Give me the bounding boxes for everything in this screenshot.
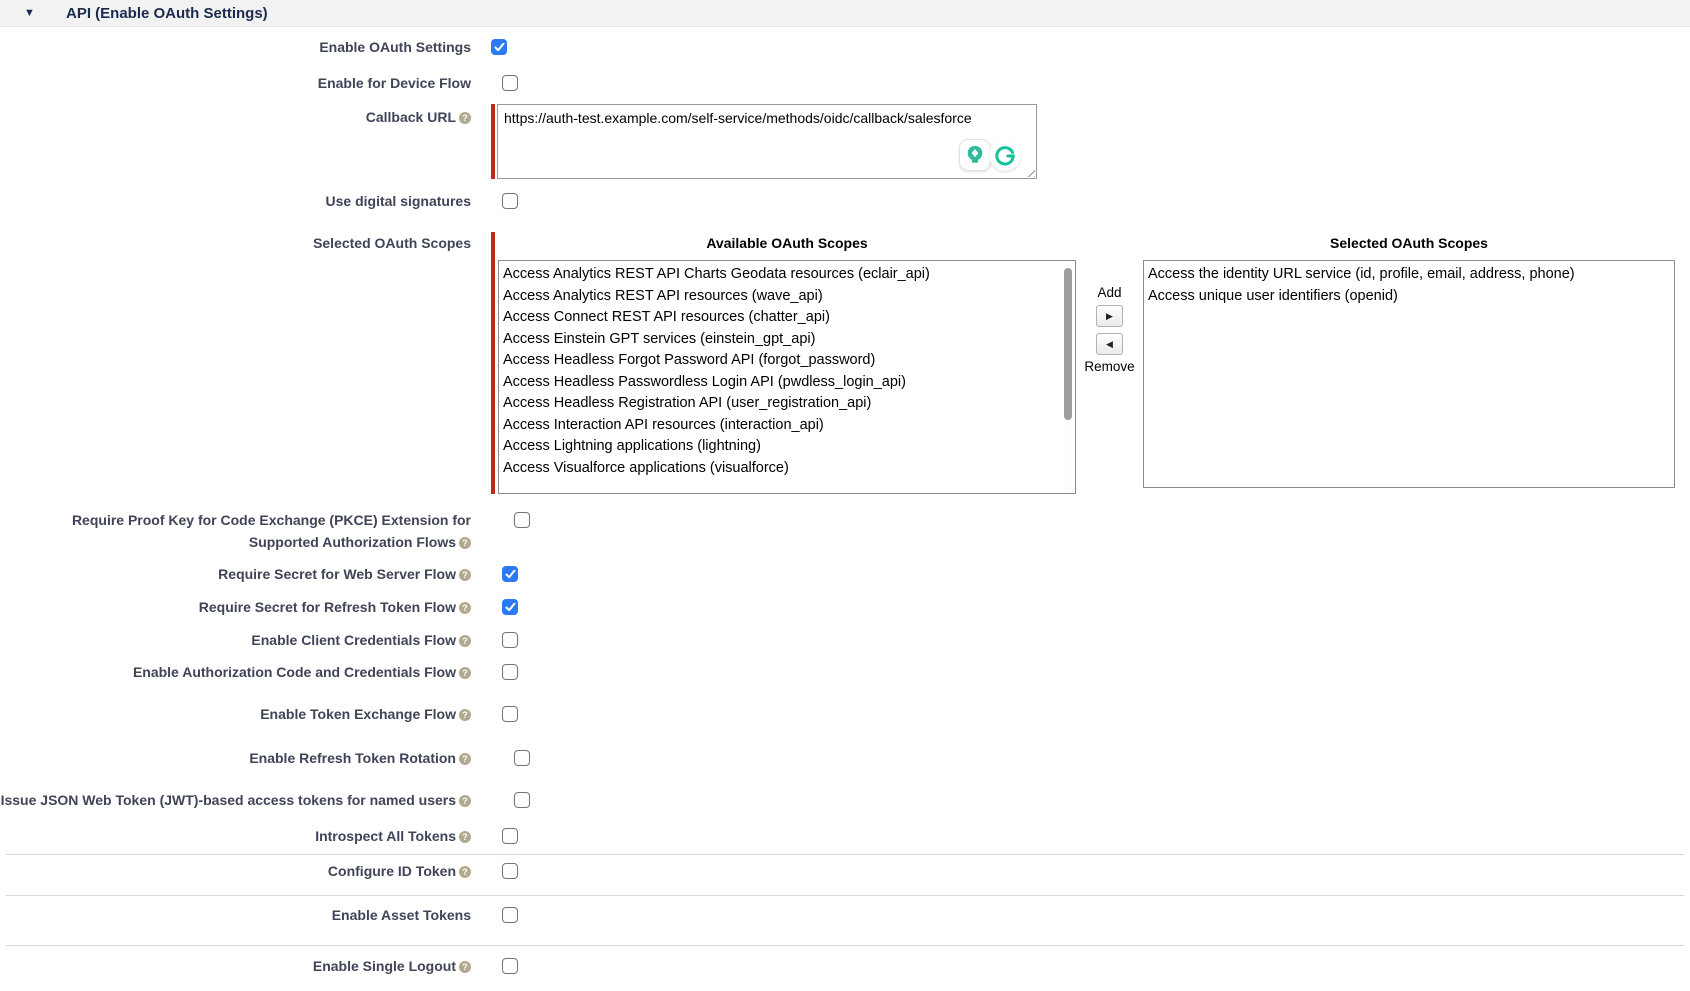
enable-oauth-settings-label: Enable OAuth Settings [0,36,471,58]
scope-option[interactable]: Access the identity URL service (id, pro… [1144,264,1674,286]
enable-asset-tokens-checkbox[interactable] [502,907,518,923]
enable-single-logout-label: Enable Single Logout [0,955,471,977]
section-divider [6,854,1684,855]
row-jwt-access-tokens: Issue JSON Web Token (JWT)-based access … [0,789,1690,811]
introspect-all-tokens-checkbox[interactable] [502,828,518,844]
row-introspect-all-tokens: Introspect All Tokens [0,825,1690,847]
refresh-token-rotation-label: Enable Refresh Token Rotation [0,747,471,769]
enable-device-flow-label: Enable for Device Flow [0,72,471,94]
available-scopes-listbox[interactable]: Access Analytics REST API Charts Geodata… [498,260,1076,494]
selected-scopes-listbox[interactable]: Access the identity URL service (id, pro… [1143,260,1675,488]
available-scopes-header: Available OAuth Scopes [498,232,1076,254]
section-divider [6,895,1684,896]
row-client-credentials-flow: Enable Client Credentials Flow [0,629,1690,651]
scope-option[interactable]: Access Headless Registration API (user_r… [499,393,1062,415]
remove-label: Remove [1084,358,1134,376]
require-secret-refresh-token-checkbox[interactable] [502,599,518,615]
callback-url-label: Callback URL [0,104,471,128]
scope-option[interactable]: Access unique user identifiers (openid) [1144,286,1674,308]
pkce-checkbox[interactable] [514,512,530,528]
callback-url-textarea[interactable]: https://auth-test.example.com/self-servi… [497,104,1037,179]
scope-option[interactable]: Access Connect REST API resources (chatt… [499,307,1062,329]
help-icon[interactable] [459,569,471,581]
help-icon[interactable] [459,602,471,614]
row-callback-url: Callback URL https://auth-test.example.c… [0,104,1690,179]
scrollbar-thumb[interactable] [1064,268,1072,420]
grammarly-extension-icon[interactable] [989,139,1021,171]
row-enable-device-flow: Enable for Device Flow [0,72,1690,94]
scope-option[interactable]: Access Analytics REST API Charts Geodata… [499,264,1062,286]
scope-option[interactable]: Access Headless Passwordless Login API (… [499,372,1062,394]
enable-asset-tokens-label: Enable Asset Tokens [0,904,471,926]
help-icon[interactable] [459,709,471,721]
refresh-token-rotation-checkbox[interactable] [514,750,530,766]
token-exchange-flow-label: Enable Token Exchange Flow [0,703,471,725]
required-field-bar [491,232,495,494]
row-auth-code-credentials-flow: Enable Authorization Code and Credential… [0,661,1690,683]
required-field-bar [491,104,495,179]
scope-option[interactable]: Access Headless Forgot Password API (for… [499,350,1062,372]
help-icon[interactable] [459,866,471,878]
scope-option[interactable]: Access Interaction API resources (intera… [499,415,1062,437]
help-icon[interactable] [459,795,471,807]
scope-option[interactable]: Access Lightning applications (lightning… [499,436,1062,458]
help-icon[interactable] [459,753,471,765]
pkce-label: Require Proof Key for Code Exchange (PKC… [0,509,471,553]
selected-scopes-header: Selected OAuth Scopes [1143,232,1675,254]
require-secret-web-server-checkbox[interactable] [502,566,518,582]
help-icon[interactable] [459,112,471,124]
row-enable-single-logout: Enable Single Logout [0,955,1690,991]
row-enable-asset-tokens: Enable Asset Tokens [0,904,1690,926]
introspect-all-tokens-label: Introspect All Tokens [0,825,471,847]
help-icon[interactable] [459,635,471,647]
auth-code-credentials-flow-checkbox[interactable] [502,664,518,680]
password-manager-extension-icon[interactable] [959,139,991,171]
listbox-scrollbar[interactable] [1063,262,1074,492]
row-use-digital-signatures: Use digital signatures [0,190,1690,212]
client-credentials-flow-checkbox[interactable] [502,632,518,648]
help-icon[interactable] [459,961,471,973]
scope-option[interactable]: Access Einstein GPT services (einstein_g… [499,329,1062,351]
row-enable-oauth-settings: Enable OAuth Settings [0,36,1690,58]
enable-device-flow-checkbox[interactable] [502,75,518,91]
use-digital-signatures-checkbox[interactable] [502,193,518,209]
enable-single-logout-checkbox[interactable] [502,958,518,974]
section-header: ▼ API (Enable OAuth Settings) [0,0,1690,27]
scope-option[interactable]: Access Visualforce applications (visualf… [499,458,1062,480]
collapse-arrow-icon[interactable]: ▼ [24,0,40,27]
add-scope-button[interactable]: ▶ [1096,305,1123,327]
require-secret-refresh-token-label: Require Secret for Refresh Token Flow [0,596,471,618]
section-divider [6,945,1684,946]
configure-id-token-checkbox[interactable] [502,863,518,879]
row-configure-id-token: Configure ID Token [0,860,1690,882]
scope-option[interactable]: Access Analytics REST API resources (wav… [499,286,1062,308]
row-refresh-token-rotation: Enable Refresh Token Rotation [0,747,1690,769]
help-icon[interactable] [459,667,471,679]
add-label: Add [1097,284,1121,302]
section-title: API (Enable OAuth Settings) [66,0,268,27]
token-exchange-flow-checkbox[interactable] [502,706,518,722]
remove-scope-button[interactable]: ◀ [1096,333,1123,355]
auth-code-credentials-flow-label: Enable Authorization Code and Credential… [0,661,471,683]
row-require-secret-web-server: Require Secret for Web Server Flow [0,563,1690,585]
configure-id-token-label: Configure ID Token [0,860,471,882]
row-require-secret-refresh-token: Require Secret for Refresh Token Flow [0,596,1690,618]
row-oauth-scopes: Selected OAuth Scopes Available OAuth Sc… [0,232,1690,494]
client-credentials-flow-label: Enable Client Credentials Flow [0,629,471,651]
jwt-access-tokens-label: Issue JSON Web Token (JWT)-based access … [0,789,471,811]
use-digital-signatures-label: Use digital signatures [0,190,471,212]
browser-extension-icons [959,139,1021,171]
jwt-access-tokens-checkbox[interactable] [514,792,530,808]
help-icon[interactable] [459,537,471,549]
selected-oauth-scopes-label: Selected OAuth Scopes [0,232,471,254]
row-token-exchange-flow: Enable Token Exchange Flow [0,703,1690,725]
oauth-settings-form: Enable OAuth Settings Enable for Device … [0,36,1690,991]
enable-oauth-settings-checkbox[interactable] [491,39,507,55]
row-pkce: Require Proof Key for Code Exchange (PKC… [0,509,1690,553]
require-secret-web-server-label: Require Secret for Web Server Flow [0,563,471,585]
help-icon[interactable] [459,831,471,843]
